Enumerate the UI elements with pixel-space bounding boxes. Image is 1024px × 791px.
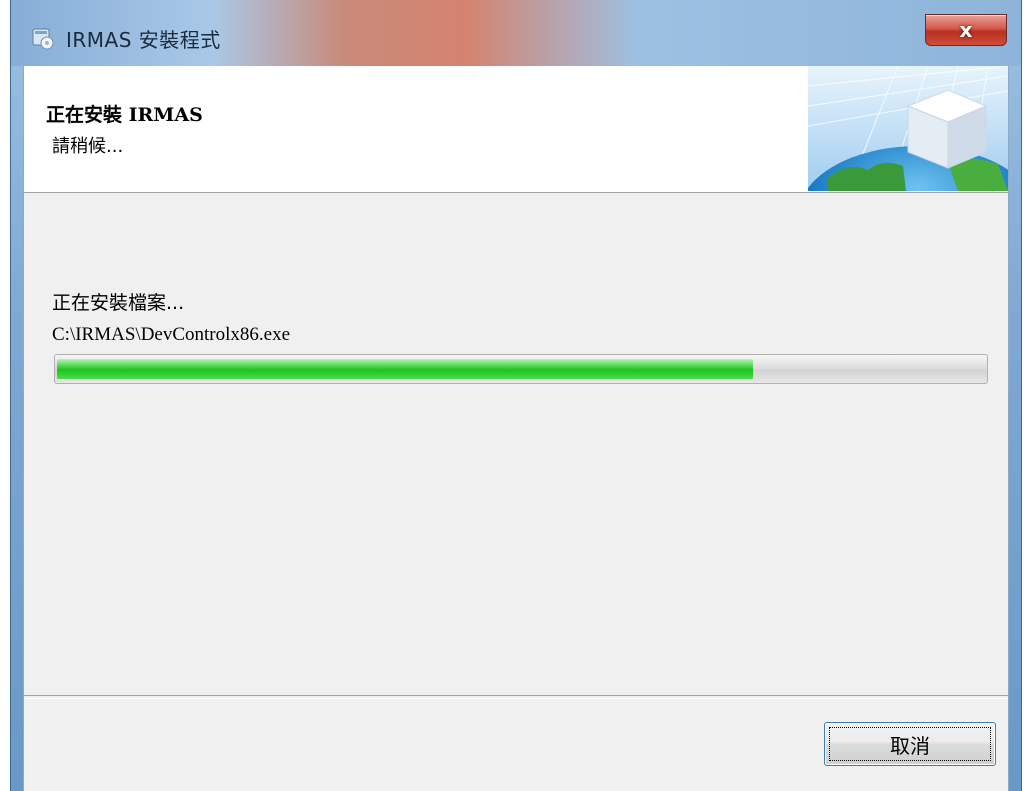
cancel-button[interactable]: 取消 xyxy=(824,722,996,766)
client-area: 正在安裝 IRMAS 請稍候... 正在安裝檔案... C:\IRMAS\Dev… xyxy=(23,66,1009,791)
installer-window: IRMAS 安裝程式 x 正在安裝 IRMAS 請稍候... 正在安裝檔案...… xyxy=(10,0,1022,791)
close-button[interactable]: x xyxy=(925,14,1007,46)
banner-subtitle: 請稍候... xyxy=(52,136,124,157)
banner-title: 正在安裝 IRMAS xyxy=(46,104,203,126)
progress-bar-fill xyxy=(57,359,753,379)
progress-bar xyxy=(54,354,988,384)
focus-ring xyxy=(829,727,991,761)
footer-separator xyxy=(24,695,1008,699)
status-label: 正在安裝檔案... xyxy=(52,292,185,314)
header-banner: 正在安裝 IRMAS 請稍候... xyxy=(24,66,1008,193)
title-bar[interactable]: IRMAS 安裝程式 x xyxy=(11,0,1021,66)
window-title: IRMAS 安裝程式 xyxy=(66,28,221,52)
globe-cube-icon xyxy=(808,66,1008,191)
current-file-path: C:\IRMAS\DevControlx86.exe xyxy=(52,324,291,345)
installer-icon xyxy=(32,28,54,50)
close-icon: x xyxy=(959,18,973,42)
